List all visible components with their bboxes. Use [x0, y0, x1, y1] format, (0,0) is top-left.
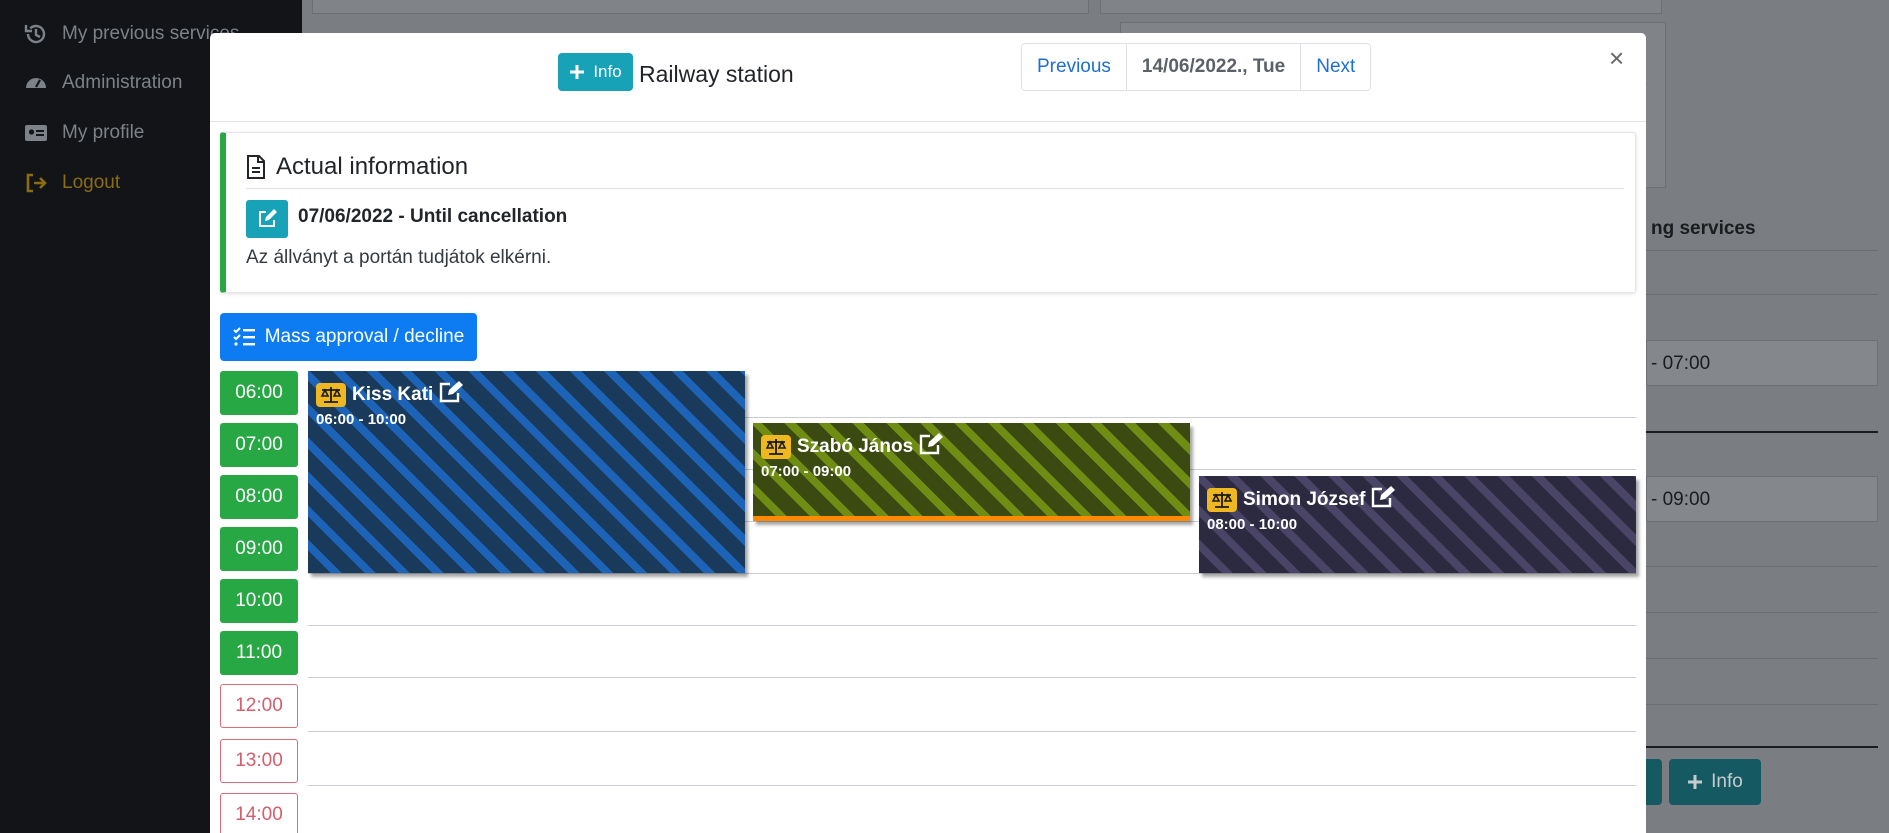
hour-divider — [308, 731, 1636, 732]
sidebar-item-my-profile[interactable]: My profile — [24, 121, 144, 145]
information-date-range: 07/06/2022 - Until cancellation — [298, 206, 568, 227]
background-row-time: - 07:00 — [1651, 353, 1711, 374]
close-icon[interactable]: × — [1609, 45, 1624, 71]
dashboard-icon — [26, 78, 46, 88]
background-divider — [1646, 612, 1878, 613]
background-row-time: - 09:00 — [1651, 489, 1711, 510]
hour-row: 13:00 — [220, 739, 1636, 791]
background-divider — [1646, 566, 1878, 567]
booking-header: Simon József — [1207, 486, 1396, 514]
background-divider — [1646, 431, 1878, 433]
background-info-button[interactable]: Info — [1669, 759, 1761, 805]
mass-approval-button[interactable]: Mass approval / decline — [220, 313, 477, 361]
balance-scale-icon — [316, 383, 346, 407]
edit-icon[interactable] — [1371, 486, 1396, 514]
checklist-icon — [232, 327, 255, 346]
hour-divider — [308, 677, 1636, 678]
edit-icon[interactable] — [439, 381, 464, 409]
booking-time: 06:00 - 10:00 — [316, 411, 407, 428]
edit-information-button[interactable] — [246, 200, 288, 238]
booking-time: 07:00 - 09:00 — [761, 463, 852, 480]
hour-row: 10:00 — [220, 579, 1636, 631]
plus-icon — [1688, 775, 1703, 789]
booking-card[interactable]: Simon József 08:00 - 10:00 — [1199, 476, 1636, 573]
edit-icon — [259, 209, 277, 227]
booking-time: 08:00 - 10:00 — [1207, 516, 1298, 533]
hour-divider — [308, 573, 1636, 574]
date-navigation: Previous 14/06/2022., Tue Next — [1021, 43, 1372, 91]
booking-header: Kiss Kati — [316, 381, 464, 409]
hour-slot-button[interactable]: 06:00 — [220, 371, 298, 415]
hour-slot-button[interactable]: 12:00 — [220, 684, 298, 728]
info-button[interactable]: Info — [558, 53, 633, 91]
edit-icon[interactable] — [919, 433, 944, 461]
booking-header: Szabó János — [761, 433, 944, 461]
history-icon — [24, 24, 46, 44]
id-card-icon — [25, 125, 47, 141]
hour-slot-button[interactable]: 09:00 — [220, 527, 298, 571]
background-card — [312, 0, 1089, 14]
booking-card[interactable]: Szabó János 07:00 - 09:00 — [753, 423, 1190, 521]
hour-row: 14:00 — [220, 793, 1636, 833]
actual-information-card: Actual information 07/06/2022 - Until ca… — [220, 132, 1636, 293]
background-divider — [1646, 704, 1878, 705]
hour-divider — [308, 785, 1636, 786]
sidebar-item-label: Administration — [62, 72, 183, 93]
current-date: 14/06/2022., Tue — [1125, 44, 1302, 90]
booking-name: Kiss Kati — [352, 384, 434, 405]
hour-divider — [308, 625, 1636, 626]
hour-row: 11:00 — [220, 631, 1636, 683]
hour-slot-button[interactable]: 13:00 — [220, 739, 298, 783]
sidebar-item-label: Logout — [62, 172, 121, 193]
booking-name: Simon József — [1243, 489, 1366, 510]
background-divider — [1646, 746, 1878, 748]
hour-slot-button[interactable]: 10:00 — [220, 579, 298, 623]
plus-icon — [570, 65, 585, 79]
hour-slot-button[interactable]: 11:00 — [220, 631, 298, 675]
modal-header: Info Railway station Previous 14/06/2022… — [210, 33, 1646, 122]
file-document-icon — [247, 155, 265, 179]
background-divider — [1646, 250, 1878, 251]
next-day-button[interactable]: Next — [1301, 44, 1370, 90]
actual-information-heading: Actual information — [246, 153, 468, 181]
balance-scale-icon — [761, 435, 791, 459]
information-text: Az állványt a portán tudjátok elkérni. — [246, 247, 552, 268]
modal-title: Railway station — [639, 61, 794, 87]
balance-scale-icon — [1207, 488, 1237, 512]
divider — [246, 188, 1624, 189]
sidebar-item-previous-services[interactable]: My previous services — [24, 22, 239, 46]
hour-slot-button[interactable]: 14:00 — [220, 793, 298, 833]
booking-card[interactable]: Kiss Kati 06:00 - 10:00 — [308, 371, 745, 573]
background-divider — [1646, 658, 1878, 659]
previous-day-button[interactable]: Previous — [1022, 44, 1126, 90]
sidebar-item-logout[interactable]: Logout — [24, 171, 120, 195]
hour-slot-button[interactable]: 08:00 — [220, 475, 298, 519]
sidebar-item-label: My profile — [62, 122, 145, 143]
booking-modal: Info Railway station Previous 14/06/2022… — [210, 33, 1646, 833]
sidebar-item-administration[interactable]: Administration — [24, 71, 182, 95]
background-card — [1100, 0, 1662, 14]
sign-out-icon — [26, 173, 47, 193]
day-timeline: 06:00 07:00 08:00 09:00 10:00 11:00 12:0… — [220, 371, 1636, 833]
background-divider — [1646, 294, 1878, 295]
booking-name: Szabó János — [797, 436, 914, 457]
background-section-title: ng services — [1651, 218, 1756, 239]
hour-row: 12:00 — [220, 684, 1636, 736]
hour-slot-button[interactable]: 07:00 — [220, 423, 298, 467]
